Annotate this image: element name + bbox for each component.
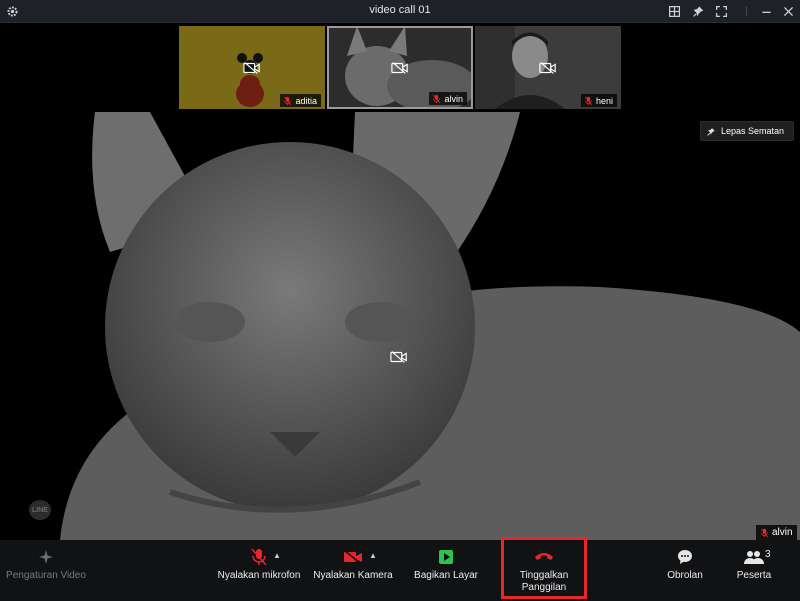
camera-off-icon <box>243 61 260 74</box>
participants-label: Peserta <box>736 570 772 581</box>
camera-off-icon <box>390 351 407 363</box>
main-speaker-tag: alvin <box>756 525 797 540</box>
share-screen-button[interactable]: Bagikan Layar <box>410 540 482 601</box>
people-icon: 3 <box>744 548 771 566</box>
participant-name-tag: aditia <box>280 94 321 107</box>
line-watermark: LINE <box>29 500 51 520</box>
mic-button[interactable]: ▲ Nyalakan mikrofon <box>214 540 304 601</box>
participant-name-tag: alvin <box>429 92 467 105</box>
main-video[interactable] <box>0 112 800 540</box>
participant-tile-aditia[interactable]: aditia <box>179 26 325 109</box>
leave-call-highlight <box>501 537 587 599</box>
participant-name-tag: heni <box>580 94 617 107</box>
chat-button[interactable]: Obrolan <box>660 540 710 601</box>
unpin-label: Lepas Sematan <box>721 126 785 136</box>
participant-tile-alvin[interactable]: alvin <box>327 26 473 109</box>
video-settings-label: Pengaturan Video <box>6 570 86 581</box>
screen-share-icon <box>438 548 454 566</box>
camera-off-icon: ▲ <box>343 548 377 566</box>
share-screen-label: Bagikan Layar <box>414 570 478 581</box>
chat-label: Obrolan <box>667 570 703 581</box>
minimize-icon[interactable] <box>757 2 775 20</box>
unpin-button[interactable]: Lepas Sematan <box>700 121 794 141</box>
main-speaker-name: alvin <box>772 527 793 538</box>
participants-button[interactable]: 3 Peserta <box>730 540 778 601</box>
close-icon[interactable] <box>779 2 797 20</box>
participant-count: 3 <box>765 549 771 560</box>
camera-label: Nyalakan Kamera <box>313 570 393 581</box>
video-settings-button[interactable]: Pengaturan Video <box>4 540 88 601</box>
participant-name: aditia <box>295 95 317 106</box>
fullscreen-icon[interactable] <box>712 2 730 20</box>
chat-bubble-icon <box>677 548 693 566</box>
separator <box>737 2 755 20</box>
camera-button[interactable]: ▲ Nyalakan Kamera <box>310 540 396 601</box>
mic-off-icon: ▲ <box>251 548 281 566</box>
pin-icon <box>707 127 715 136</box>
participant-name: alvin <box>444 93 463 104</box>
camera-off-icon <box>539 61 556 74</box>
mic-label: Nyalakan mikrofon <box>217 570 301 581</box>
main-video-frame <box>0 112 800 540</box>
mic-off-icon <box>433 94 441 103</box>
mic-off-icon <box>284 96 292 105</box>
mic-off-icon <box>584 96 593 105</box>
camera-off-icon <box>391 61 408 74</box>
title-bar: video call 01 <box>0 0 800 23</box>
camera-options-caret[interactable]: ▲ <box>369 551 377 560</box>
mic-options-caret[interactable]: ▲ <box>273 551 281 560</box>
mic-off-icon <box>760 528 769 537</box>
sparkle-icon <box>38 548 54 566</box>
pin-icon[interactable] <box>689 2 707 20</box>
participant-tile-heni[interactable]: heni <box>475 26 621 109</box>
participant-name: heni <box>595 95 613 106</box>
bottom-toolbar: Pengaturan Video ▲ Nyalakan mikrofon ▲ N… <box>0 540 800 601</box>
grid-icon[interactable] <box>665 2 683 20</box>
